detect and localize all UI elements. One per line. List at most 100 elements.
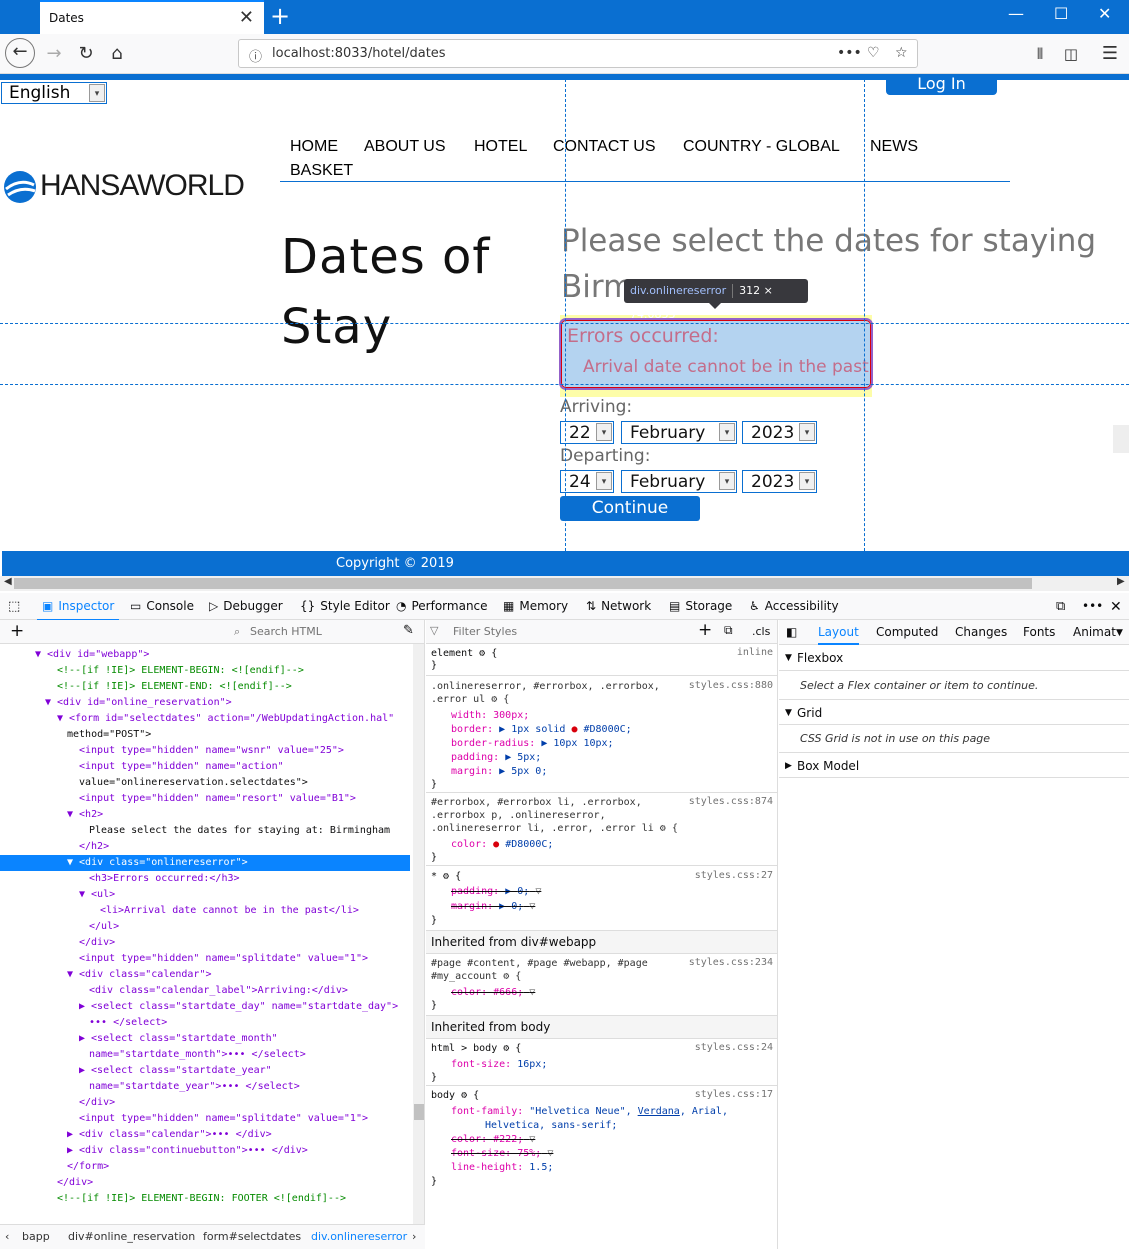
continue-button[interactable]: Continue	[560, 496, 700, 521]
more-icon[interactable]: •••	[1082, 599, 1103, 613]
tab-accessibility[interactable]: ♿ Accessibility	[749, 599, 839, 613]
tab-animations[interactable]: Animat	[1073, 625, 1116, 639]
filter-icon[interactable]: ▽	[529, 901, 535, 912]
markup-line[interactable]: ▶ <select class="startdate_year"	[79, 1063, 272, 1079]
menu-about-us[interactable]: ABOUT US	[364, 138, 446, 156]
color-swatch-icon[interactable]: ●	[571, 724, 577, 735]
font-link[interactable]: Verdana	[638, 1106, 680, 1117]
tab-storage[interactable]: ▤ Storage	[669, 599, 732, 613]
menu-country-global[interactable]: COUNTRY - GLOBAL	[683, 138, 840, 156]
breadcrumb-item[interactable]: bapp	[22, 1225, 50, 1249]
box-model-section[interactable]: ▶ Box Model	[779, 752, 1129, 778]
markup-line[interactable]: ▶ <select class="startdate_day" name="st…	[79, 999, 398, 1015]
markup-line[interactable]: ▼ <div id="webapp">	[35, 647, 149, 663]
markup-scroll-thumb[interactable]	[414, 1104, 424, 1120]
markup-line[interactable]: <!--[if !IE]> ELEMENT-BEGIN: <![endif]--…	[57, 663, 304, 679]
tab-memory[interactable]: ▦ Memory	[503, 599, 568, 613]
markup-line[interactable]: <!--[if !IE]> ELEMENT-BEGIN: FOOTER <![e…	[57, 1191, 346, 1207]
markup-line[interactable]: name="startdate_month">••• </select>	[89, 1047, 306, 1063]
grid-section[interactable]: ▼ Grid	[779, 699, 1129, 725]
markup-line[interactable]: name="startdate_year">••• </select>	[89, 1079, 300, 1095]
markup-line[interactable]: <li>Arrival date cannot be in the past</…	[100, 903, 359, 919]
markup-line[interactable]: ▼ <div id="online_reservation">	[45, 695, 232, 711]
departing-month-select[interactable]: February ▾	[621, 470, 737, 493]
filter-icon[interactable]: ▽	[547, 1148, 553, 1159]
markup-line[interactable]: <input type="hidden" name="action"	[79, 759, 284, 775]
markup-line[interactable]: ▼ <ul>	[79, 887, 115, 903]
decl-width[interactable]: width: 300px;	[451, 709, 529, 723]
search-html-input[interactable]: ⌕ Search HTML	[228, 623, 392, 641]
menu-hotel[interactable]: HOTEL	[474, 138, 527, 156]
tab-layout[interactable]: Layout	[818, 625, 859, 645]
markup-line[interactable]: <!--[if !IE]> ELEMENT-END: <![endif]-->	[57, 679, 292, 695]
markup-line[interactable]: </h2>	[79, 839, 109, 855]
markup-line[interactable]: <input type="hidden" name="splitdate" va…	[79, 951, 368, 967]
tab-style-editor[interactable]: {} Style Editor	[300, 599, 390, 613]
filter-styles-input[interactable]: Filter Styles	[453, 625, 517, 638]
close-devtools-icon[interactable]: ✕	[1110, 599, 1122, 615]
markup-line[interactable]: Please select the dates for staying at: …	[89, 823, 390, 839]
markup-line[interactable]: ▶ <div class="continuebutton">••• </div>	[67, 1143, 308, 1159]
home-icon[interactable]: ⌂	[103, 40, 131, 68]
rule-source[interactable]: styles.css:874	[689, 796, 773, 807]
decl-font-size-overridden[interactable]: font-size: 75%; ▽	[451, 1147, 553, 1161]
markup-line[interactable]: <input type="hidden" name="wsnr" value="…	[79, 743, 344, 759]
breadcrumb-back-icon[interactable]: ‹	[5, 1225, 9, 1249]
menu-contact-us[interactable]: CONTACT US	[553, 138, 656, 156]
url-bar[interactable]: ⓘ localhost:8033/hotel/dates ••• ♡ ☆	[238, 39, 918, 68]
decl-margin-overridden[interactable]: margin: ▶ 0; ▽	[451, 900, 535, 914]
library-icon[interactable]: ⫴	[1026, 40, 1054, 68]
menu-news[interactable]: NEWS	[870, 138, 918, 156]
decl-color-overridden[interactable]: color: #222; ▽	[451, 1133, 535, 1147]
markup-line[interactable]: </div>	[79, 1095, 115, 1111]
horizontal-scrollbar[interactable]: ◀ ▶	[0, 576, 1129, 591]
decl-color[interactable]: color: ● #D8000C;	[451, 838, 553, 852]
departing-day-select[interactable]: 24 ▾	[560, 470, 614, 493]
tab-debugger[interactable]: ▷ Debugger	[209, 599, 283, 613]
decl-font-family[interactable]: font-family: "Helvetica Neue", Verdana, …	[451, 1105, 728, 1119]
tab-fonts[interactable]: Fonts	[1023, 625, 1055, 639]
scroll-right-icon[interactable]: ▶	[1117, 576, 1125, 587]
arriving-month-select[interactable]: February ▾	[621, 421, 737, 444]
close-tab-icon[interactable]: ✕	[239, 7, 254, 28]
rule-source[interactable]: styles.css:880	[689, 680, 773, 691]
decl-margin[interactable]: margin: ▶ 5px 0;	[451, 765, 547, 779]
page-actions-icon[interactable]: •••	[837, 45, 862, 61]
markup-line[interactable]: ▼ <h2>	[67, 807, 103, 823]
filter-icon[interactable]: ▽	[529, 987, 535, 998]
markup-line[interactable]: </div>	[57, 1175, 93, 1191]
pick-element-icon[interactable]: ⬚	[8, 599, 20, 614]
login-button[interactable]: Log In	[886, 74, 997, 95]
menu-home[interactable]: HOME	[290, 138, 338, 156]
dock-icon[interactable]: ⧉	[1056, 599, 1065, 614]
tab-changes[interactable]: Changes	[955, 625, 1007, 639]
rule-source[interactable]: styles.css:17	[695, 1089, 773, 1100]
toggle-pane-icon[interactable]: ◧	[786, 625, 797, 639]
markup-line[interactable]: </form>	[67, 1159, 109, 1175]
tab-inspector[interactable]: ▣ Inspector	[36, 599, 120, 621]
decl-border-radius[interactable]: border-radius: ▶ 10px 10px;	[451, 737, 614, 751]
eyedropper-icon[interactable]: ✎	[403, 623, 414, 638]
forward-icon[interactable]: →	[40, 40, 68, 68]
rule-source[interactable]: styles.css:234	[689, 957, 773, 968]
add-rule-icon[interactable]: +	[698, 620, 712, 640]
breadcrumb-item[interactable]: form#selectdates	[203, 1225, 301, 1249]
tab-dates[interactable]: Dates ✕	[40, 0, 264, 34]
add-node-icon[interactable]: +	[10, 621, 24, 641]
chevron-down-icon[interactable]: ▼	[1116, 628, 1123, 638]
rule-source[interactable]: inline	[737, 647, 773, 658]
arriving-day-select[interactable]: 22 ▾	[560, 421, 614, 444]
markup-scrollbar[interactable]	[413, 644, 424, 1224]
markup-line[interactable]: <input type="hidden" name="splitdate" va…	[79, 1111, 368, 1127]
bookmark-star-icon[interactable]: ☆	[895, 45, 908, 61]
sidebar-icon[interactable]: ◫	[1057, 40, 1085, 68]
decl-line-height[interactable]: line-height: 1.5;	[451, 1161, 553, 1175]
page-scrollbar[interactable]	[1113, 425, 1129, 453]
markup-line[interactable]: ▶ <div class="calendar">••• </div>	[67, 1127, 272, 1143]
markup-line[interactable]: ••• </select>	[89, 1015, 167, 1031]
tab-performance[interactable]: ◔ Performance	[396, 599, 488, 613]
reload-icon[interactable]: ↻	[72, 40, 100, 68]
decl-padding[interactable]: padding: ▶ 5px;	[451, 751, 541, 765]
rule-source[interactable]: styles.css:27	[695, 870, 773, 881]
back-icon[interactable]: ←	[5, 38, 35, 68]
